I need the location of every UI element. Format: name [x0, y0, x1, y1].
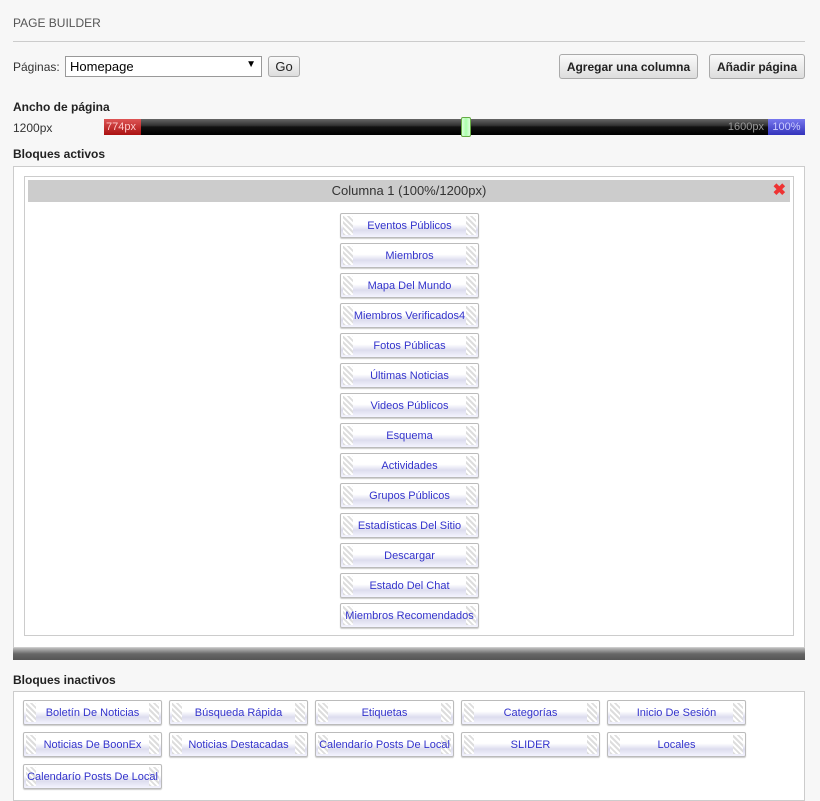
block-item[interactable]: Miembros Recomendados: [340, 603, 479, 628]
column-title: Columna 1 (100%/1200px): [331, 183, 487, 198]
block-item[interactable]: Locales: [607, 732, 746, 757]
block-item[interactable]: Calendarío Posts De Local: [315, 732, 454, 757]
page-select[interactable]: Homepage ▼: [65, 56, 262, 77]
divider: [13, 41, 805, 42]
block-label: Descargar: [384, 549, 435, 562]
active-blocks-label: Bloques activos: [13, 147, 106, 161]
block-item[interactable]: Descargar: [340, 543, 479, 568]
inactive-blocks-area: Boletín De Noticias Búsqueda Rápida Etique…: [13, 691, 805, 801]
page-width-label: Ancho de página: [13, 100, 110, 114]
block-item[interactable]: Grupos Públicos: [340, 483, 479, 508]
block-label: Eventos Públicos: [367, 219, 452, 232]
block-item[interactable]: SLIDER: [461, 732, 600, 757]
active-blocks-area: Columna 1 (100%/1200px) ✖ Eventos Públic…: [13, 166, 805, 648]
block-item[interactable]: Boletín De Noticias: [23, 700, 162, 725]
page-width-value: 1200px: [13, 121, 53, 135]
chevron-down-icon: ▼: [246, 59, 256, 70]
block-label: Búsqueda Rápida: [194, 706, 283, 719]
block-item[interactable]: Estadísticas Del Sitio: [340, 513, 479, 538]
block-item[interactable]: Estado Del Chat: [340, 573, 479, 598]
slider-percent-label: 100%: [768, 119, 805, 135]
block-item[interactable]: Calendarío Posts De Local: [23, 764, 162, 789]
block-label: Miembros Recomendados: [345, 609, 474, 622]
block-item[interactable]: Actividades: [340, 453, 479, 478]
block-label: Calendarío Posts De Local: [27, 770, 158, 783]
go-button[interactable]: Go: [268, 56, 300, 77]
column-1: Columna 1 (100%/1200px) ✖ Eventos Públic…: [24, 176, 794, 636]
block-label: Esquema: [386, 429, 433, 442]
resize-bar[interactable]: [13, 648, 805, 660]
block-label: Categorías: [503, 706, 558, 719]
page-title: PAGE BUILDER: [13, 16, 101, 30]
block-item[interactable]: Etiquetas: [315, 700, 454, 725]
block-item[interactable]: Miembros Verificados4: [340, 303, 479, 328]
block-item[interactable]: Fotos Públicas: [340, 333, 479, 358]
block-item[interactable]: Últimas Noticias: [340, 363, 479, 388]
block-item[interactable]: Videos Públicos: [340, 393, 479, 418]
block-label: Últimas Noticias: [370, 369, 449, 382]
block-item[interactable]: Categorías: [461, 700, 600, 725]
add-column-button[interactable]: Agregar una columna: [559, 54, 698, 79]
block-label: Videos Públicos: [370, 399, 449, 412]
block-label: Inicio De Sesión: [636, 706, 717, 719]
slider-handle[interactable]: [460, 117, 471, 137]
block-item[interactable]: Noticias Destacadas: [169, 732, 308, 757]
page-width-slider[interactable]: 774px 1600px 100%: [104, 117, 805, 137]
block-label: Calendarío Posts De Local: [319, 738, 450, 751]
block-label: Locales: [657, 738, 696, 751]
block-item[interactable]: Búsqueda Rápida: [169, 700, 308, 725]
block-label: Miembros Verificados4: [353, 309, 466, 322]
block-label: Miembros: [385, 249, 434, 262]
block-item[interactable]: Esquema: [340, 423, 479, 448]
inactive-blocks-label: Bloques inactivos: [13, 673, 116, 687]
block-item[interactable]: Inicio De Sesión: [607, 700, 746, 725]
block-label: Estadísticas Del Sitio: [357, 519, 462, 532]
selected-page: Homepage: [70, 59, 134, 74]
block-item[interactable]: Mapa Del Mundo: [340, 273, 479, 298]
block-label: Grupos Públicos: [369, 489, 450, 502]
column-header[interactable]: Columna 1 (100%/1200px) ✖: [28, 180, 790, 202]
slider-max-label: 1600px: [727, 121, 764, 133]
close-icon[interactable]: ✖: [773, 180, 786, 202]
block-label: Fotos Públicas: [373, 339, 446, 352]
block-label: Noticias De BoonEx: [43, 738, 142, 751]
block-label: Boletín De Noticias: [45, 706, 140, 719]
pages-label: Páginas:: [13, 60, 60, 74]
block-label: Etiquetas: [361, 706, 408, 719]
block-label: Mapa Del Mundo: [367, 279, 452, 292]
block-item[interactable]: Eventos Públicos: [340, 213, 479, 238]
add-page-button[interactable]: Añadir página: [709, 54, 805, 79]
block-label: SLIDER: [510, 738, 551, 751]
block-label: Noticias Destacadas: [188, 738, 289, 751]
slider-min-label: 774px: [104, 119, 141, 135]
block-label: Actividades: [381, 459, 438, 472]
block-item[interactable]: Miembros: [340, 243, 479, 268]
block-item[interactable]: Noticias De BoonEx: [23, 732, 162, 757]
block-label: Estado Del Chat: [369, 579, 450, 592]
